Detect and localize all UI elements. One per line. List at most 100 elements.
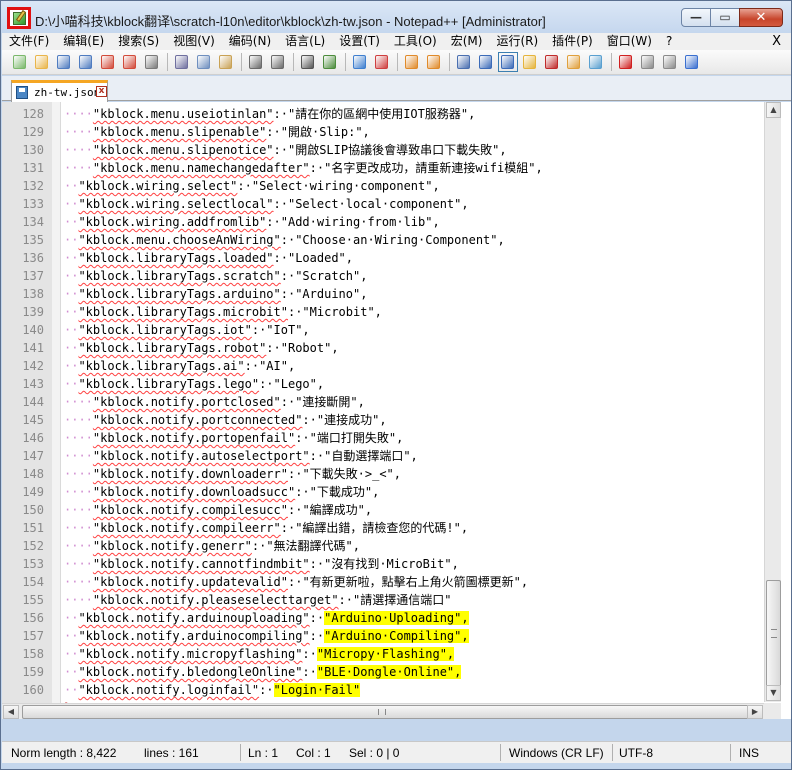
indent-guide-icon[interactable] [498, 52, 518, 72]
menu-macro[interactable]: 宏(M) [444, 33, 490, 50]
code-line[interactable]: 137 ··"kblock.libraryTags.scratch":·"Scra… [2, 267, 762, 285]
code-line[interactable]: 148 ····"kblock.notify.downloaderr":·"下載失… [2, 465, 762, 483]
sync-h-icon[interactable] [425, 53, 443, 71]
play-macro-icon[interactable] [661, 53, 679, 71]
zoom-out-icon[interactable] [373, 53, 391, 71]
menu-tools[interactable]: 工具(O) [387, 33, 444, 50]
code-line[interactable]: 158 ··"kblock.notify.micropyflashing":·"M… [2, 645, 762, 663]
doc-map-icon[interactable] [521, 53, 539, 71]
code-line[interactable]: 144 ····"kblock.notify.portclosed":·"連接斷開… [2, 393, 762, 411]
minimize-button[interactable]: — [681, 8, 711, 27]
code-line[interactable]: 150 ····"kblock.notify.compilesucc":·"編譯成… [2, 501, 762, 519]
vertical-scrollbar[interactable]: ▲ ▼ [764, 102, 781, 702]
code-line[interactable]: 134 ··"kblock.wiring.addfromlib":·"Add·wi… [2, 213, 762, 231]
menu-file[interactable]: 文件(F) [2, 33, 56, 50]
close-document-button[interactable]: X [772, 33, 781, 50]
new-file-icon[interactable] [11, 53, 29, 71]
code-line[interactable]: 136 ··"kblock.libraryTags.loaded":·"Loade… [2, 249, 762, 267]
horizontal-scrollbar[interactable]: ◀ ▶ [2, 703, 764, 719]
code-line[interactable]: 160 ··"kblock.notify.loginfail":·"Login·F… [2, 681, 762, 699]
close-all-icon[interactable] [121, 53, 139, 71]
redo-icon[interactable] [269, 53, 287, 71]
code-line[interactable]: 139 ··"kblock.libraryTags.microbit":·"Mic… [2, 303, 762, 321]
scroll-right-arrow-icon[interactable]: ▶ [747, 705, 763, 719]
code-line[interactable]: 138 ··"kblock.libraryTags.arduino":·"Ardu… [2, 285, 762, 303]
monitor-icon[interactable] [587, 53, 605, 71]
code-line[interactable]: 142 ··"kblock.libraryTags.ai":·"AI", [2, 357, 762, 375]
record-macro-icon[interactable] [617, 53, 635, 71]
code-line[interactable]: 154 ····"kblock.notify.updatevalid":·"有新更… [2, 573, 762, 591]
scroll-down-arrow-icon[interactable]: ▼ [766, 685, 781, 701]
replace-icon[interactable] [321, 53, 339, 71]
code-line[interactable]: 128 ····"kblock.menu.useiotinlan":·"請在你的區… [2, 105, 762, 123]
status-insert-mode[interactable]: INS [739, 746, 759, 760]
paste-icon[interactable] [217, 53, 235, 71]
menu-edit[interactable]: 编辑(E) [56, 33, 111, 50]
sync-v-icon[interactable] [403, 53, 421, 71]
json-value-highlighted: "Arduino·Uploading", [324, 611, 469, 625]
code-line[interactable]: 145 ····"kblock.notify.portconnected":·"連… [2, 411, 762, 429]
undo-icon[interactable] [247, 53, 265, 71]
function-list-icon[interactable] [543, 53, 561, 71]
code-line[interactable]: 152 ····"kblock.notify.generr":·"無法翻譯代碼", [2, 537, 762, 555]
scroll-left-arrow-icon[interactable]: ◀ [3, 705, 19, 719]
code-line[interactable]: 147 ····"kblock.notify.autoselectport":·"… [2, 447, 762, 465]
zoom-in-icon[interactable] [351, 53, 369, 71]
status-eol[interactable]: Windows (CR LF) [509, 746, 604, 760]
code-line[interactable]: 133 ··"kblock.wiring.selectlocal":·"Selec… [2, 195, 762, 213]
maximize-button[interactable]: ▭ [710, 8, 740, 27]
stop-record-icon[interactable] [639, 53, 657, 71]
menu-plugins[interactable]: 插件(P) [545, 33, 600, 50]
code-line[interactable]: 143 ··"kblock.libraryTags.lego":·"Lego", [2, 375, 762, 393]
menu-settings[interactable]: 设置(T) [332, 33, 387, 50]
scroll-up-arrow-icon[interactable]: ▲ [766, 102, 781, 118]
find-icon[interactable] [299, 53, 317, 71]
save-all-icon[interactable] [77, 53, 95, 71]
print-icon[interactable] [143, 53, 161, 71]
open-file-icon[interactable] [33, 53, 51, 71]
line-number: 138 [22, 287, 44, 301]
cut-icon[interactable] [173, 53, 191, 71]
menu-language[interactable]: 语言(L) [278, 33, 332, 50]
menu-view[interactable]: 视图(V) [166, 33, 222, 50]
tab-zh-tw-json[interactable]: zh-tw.json x [11, 80, 108, 102]
code-lines[interactable]: 128 ····"kblock.menu.useiotinlan":·"請在你的區… [2, 105, 762, 717]
menu-window[interactable]: 窗口(W) [600, 33, 659, 50]
code-line[interactable]: 149 ····"kblock.notify.downloadsucc":·"下載… [2, 483, 762, 501]
code-line[interactable]: 131 ····"kblock.menu.namechangedafter":·"… [2, 159, 762, 177]
code-line[interactable]: 132 ··"kblock.wiring.select":·"Select·wir… [2, 177, 762, 195]
show-all-chars-icon[interactable] [477, 53, 495, 71]
code-line[interactable]: 146 ····"kblock.notify.portopenfail":·"端口… [2, 429, 762, 447]
vertical-scroll-thumb[interactable] [766, 580, 781, 688]
save-icon[interactable] [55, 53, 73, 71]
code-line[interactable]: 140 ··"kblock.libraryTags.iot":·"IoT", [2, 321, 762, 339]
code-line[interactable]: 157 ··"kblock.notify.arduinocompiling":·"… [2, 627, 762, 645]
code-line[interactable]: 151 ····"kblock.notify.compileerr":·"編譯出錯… [2, 519, 762, 537]
code-line[interactable]: 159 ··"kblock.notify.bledongleOnline":·"B… [2, 663, 762, 681]
menu-help[interactable]: ? [659, 33, 679, 50]
line-number: 151 [22, 521, 44, 535]
code-line[interactable]: 153 ····"kblock.notify.cannotfindmbit":·"… [2, 555, 762, 573]
notepadpp-app-icon[interactable] [7, 7, 31, 29]
menu-encoding[interactable]: 编码(N) [222, 33, 278, 50]
code-line[interactable]: 135 ··"kblock.menu.chooseAnWiring":·"Choo… [2, 231, 762, 249]
status-encoding[interactable]: UTF-8 [619, 746, 653, 760]
menu-search[interactable]: 搜索(S) [111, 33, 166, 50]
close-window-button[interactable]: ✕ [739, 8, 783, 27]
close-icon[interactable] [99, 53, 117, 71]
code-line[interactable]: 155 ····"kblock.notify.pleaseselecttarget… [2, 591, 762, 609]
word-wrap-icon[interactable] [455, 53, 473, 71]
tab-close-button[interactable]: x [96, 86, 107, 97]
code-line[interactable]: 129 ····"kblock.menu.slipenable":·"開啟·Sli… [2, 123, 762, 141]
run-macro-multiple-icon[interactable] [683, 53, 701, 71]
editor-area[interactable]: 128 ····"kblock.menu.useiotinlan":·"請在你的區… [2, 102, 791, 719]
menu-run[interactable]: 运行(R) [489, 33, 545, 50]
copy-icon[interactable] [195, 53, 213, 71]
code-line[interactable]: 141 ··"kblock.libraryTags.robot":·"Robot"… [2, 339, 762, 357]
code-line[interactable]: 130 ····"kblock.menu.slipenotice":·"開啟SLI… [2, 141, 762, 159]
code-line[interactable]: 156 ··"kblock.notify.arduinouploading":·"… [2, 609, 762, 627]
title-bar[interactable]: D:\小喵科技\kblock翻译\scratch-l10n\editor\kbl… [1, 1, 791, 33]
line-number: 146 [22, 431, 44, 445]
horizontal-scroll-thumb[interactable] [22, 705, 750, 719]
folder-workspace-icon[interactable] [565, 53, 583, 71]
